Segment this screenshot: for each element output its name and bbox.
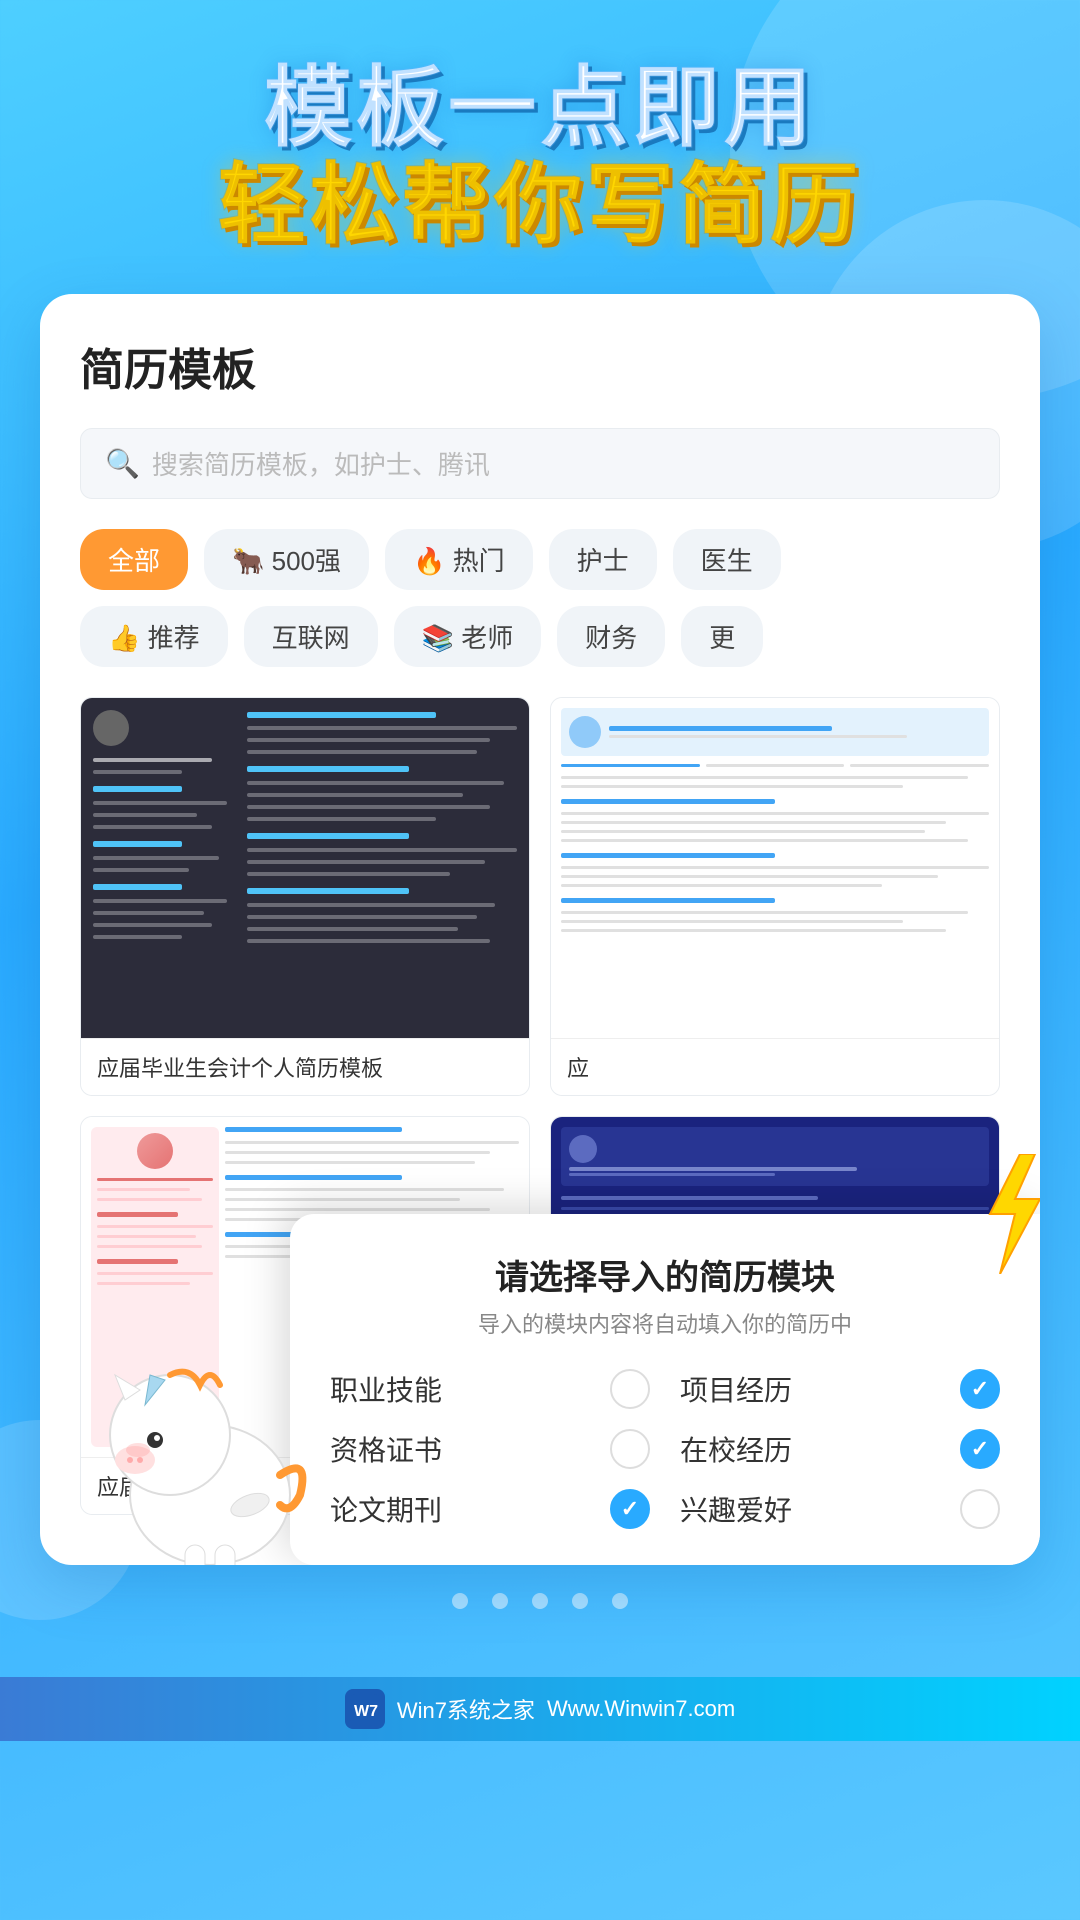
card-title: 简历模板: [80, 334, 1000, 398]
module-row-project: 项目经历: [680, 1369, 1000, 1409]
filter-tag-recommend[interactable]: 👍 推荐: [80, 606, 228, 667]
template-preview-1: [81, 698, 529, 1038]
module-select-dialog: 请选择导入的简历模块 导入的模块内容将自动填入你的简历中 职业技能 项目经历 资…: [290, 1214, 1040, 1565]
watermark-bar: W7 Win7系统之家 Www.Winwin7.com: [0, 1677, 1080, 1741]
dot-1: [452, 1593, 468, 1609]
dialog-subtitle: 导入的模块内容将自动填入你的简历中: [330, 1307, 1000, 1339]
module-row-skills: 职业技能: [330, 1369, 650, 1409]
module-row-school: 在校经历: [680, 1429, 1000, 1469]
dot-4: [572, 1593, 588, 1609]
template-card-1[interactable]: 应届毕业生会计个人简历模板: [80, 697, 530, 1096]
module-label-hobby: 兴趣爱好: [680, 1489, 792, 1529]
search-placeholder-text: 搜索简历模板，如护士、腾讯: [152, 445, 490, 482]
watermark-logo: W7: [345, 1689, 385, 1729]
module-checkbox-cert[interactable]: [610, 1429, 650, 1469]
module-checkbox-skills[interactable]: [610, 1369, 650, 1409]
hero-title-line1: 模板一点即用: [40, 60, 1040, 157]
search-icon: 🔍: [105, 447, 140, 480]
filter-tag-500[interactable]: 🐂 500强: [204, 529, 369, 590]
dialog-title: 请选择导入的简历模块: [330, 1250, 1000, 1299]
module-checkbox-project[interactable]: [960, 1369, 1000, 1409]
module-label-project: 项目经历: [680, 1369, 792, 1409]
filter-tags-row2: 👍 推荐 互联网 📚 老师 财务 更: [80, 606, 1000, 667]
dot-3: [532, 1593, 548, 1609]
filter-tag-all[interactable]: 全部: [80, 529, 188, 590]
lightning-icon: [970, 1154, 1040, 1274]
filter-tag-finance[interactable]: 财务: [557, 606, 665, 667]
template-card-2[interactable]: 应: [550, 697, 1000, 1096]
filter-tag-teacher[interactable]: 📚 老师: [394, 606, 542, 667]
module-row-hobby: 兴趣爱好: [680, 1489, 1000, 1529]
template-name-1: 应届毕业生会计个人简历模板: [81, 1038, 529, 1095]
hero-title: 模板一点即用 轻松帮你写简历: [40, 60, 1040, 254]
template-name-2: 应: [551, 1038, 999, 1095]
dot-5: [612, 1593, 628, 1609]
filter-tag-hot[interactable]: 🔥 热门: [385, 529, 533, 590]
module-checkbox-hobby[interactable]: [960, 1489, 1000, 1529]
watermark-url: Www.Winwin7.com: [547, 1696, 735, 1722]
filter-tag-more[interactable]: 更: [681, 606, 763, 667]
module-row-cert: 资格证书: [330, 1429, 650, 1469]
dot-2: [492, 1593, 508, 1609]
unicorn-mascot: [70, 1275, 350, 1565]
search-bar[interactable]: 🔍 搜索简历模板，如护士、腾讯: [80, 428, 1000, 499]
filter-tags-row1: 全部 🐂 500强 🔥 热门 护士 医生: [80, 529, 1000, 590]
module-checkbox-school[interactable]: [960, 1429, 1000, 1469]
module-grid: 职业技能 项目经历 资格证书 在校经历 论文期刊: [330, 1369, 1000, 1529]
watermark-text: Win7系统之家: [397, 1693, 535, 1725]
filter-tag-internet[interactable]: 互联网: [244, 606, 378, 667]
template-preview-2: [551, 698, 999, 1038]
filter-tag-nurse[interactable]: 护士: [549, 529, 657, 590]
main-card: 简历模板 🔍 搜索简历模板，如护士、腾讯 全部 🐂 500强 🔥 热门 护士 医…: [40, 294, 1040, 1565]
filter-tag-doctor[interactable]: 医生: [673, 529, 781, 590]
module-row-paper: 论文期刊: [330, 1489, 650, 1529]
module-checkbox-paper[interactable]: [610, 1489, 650, 1529]
module-label-school: 在校经历: [680, 1429, 792, 1469]
hero-title-line2: 轻松帮你写简历: [40, 157, 1040, 254]
svg-text:W7: W7: [354, 1703, 378, 1720]
dots-decoration: [40, 1565, 1040, 1637]
